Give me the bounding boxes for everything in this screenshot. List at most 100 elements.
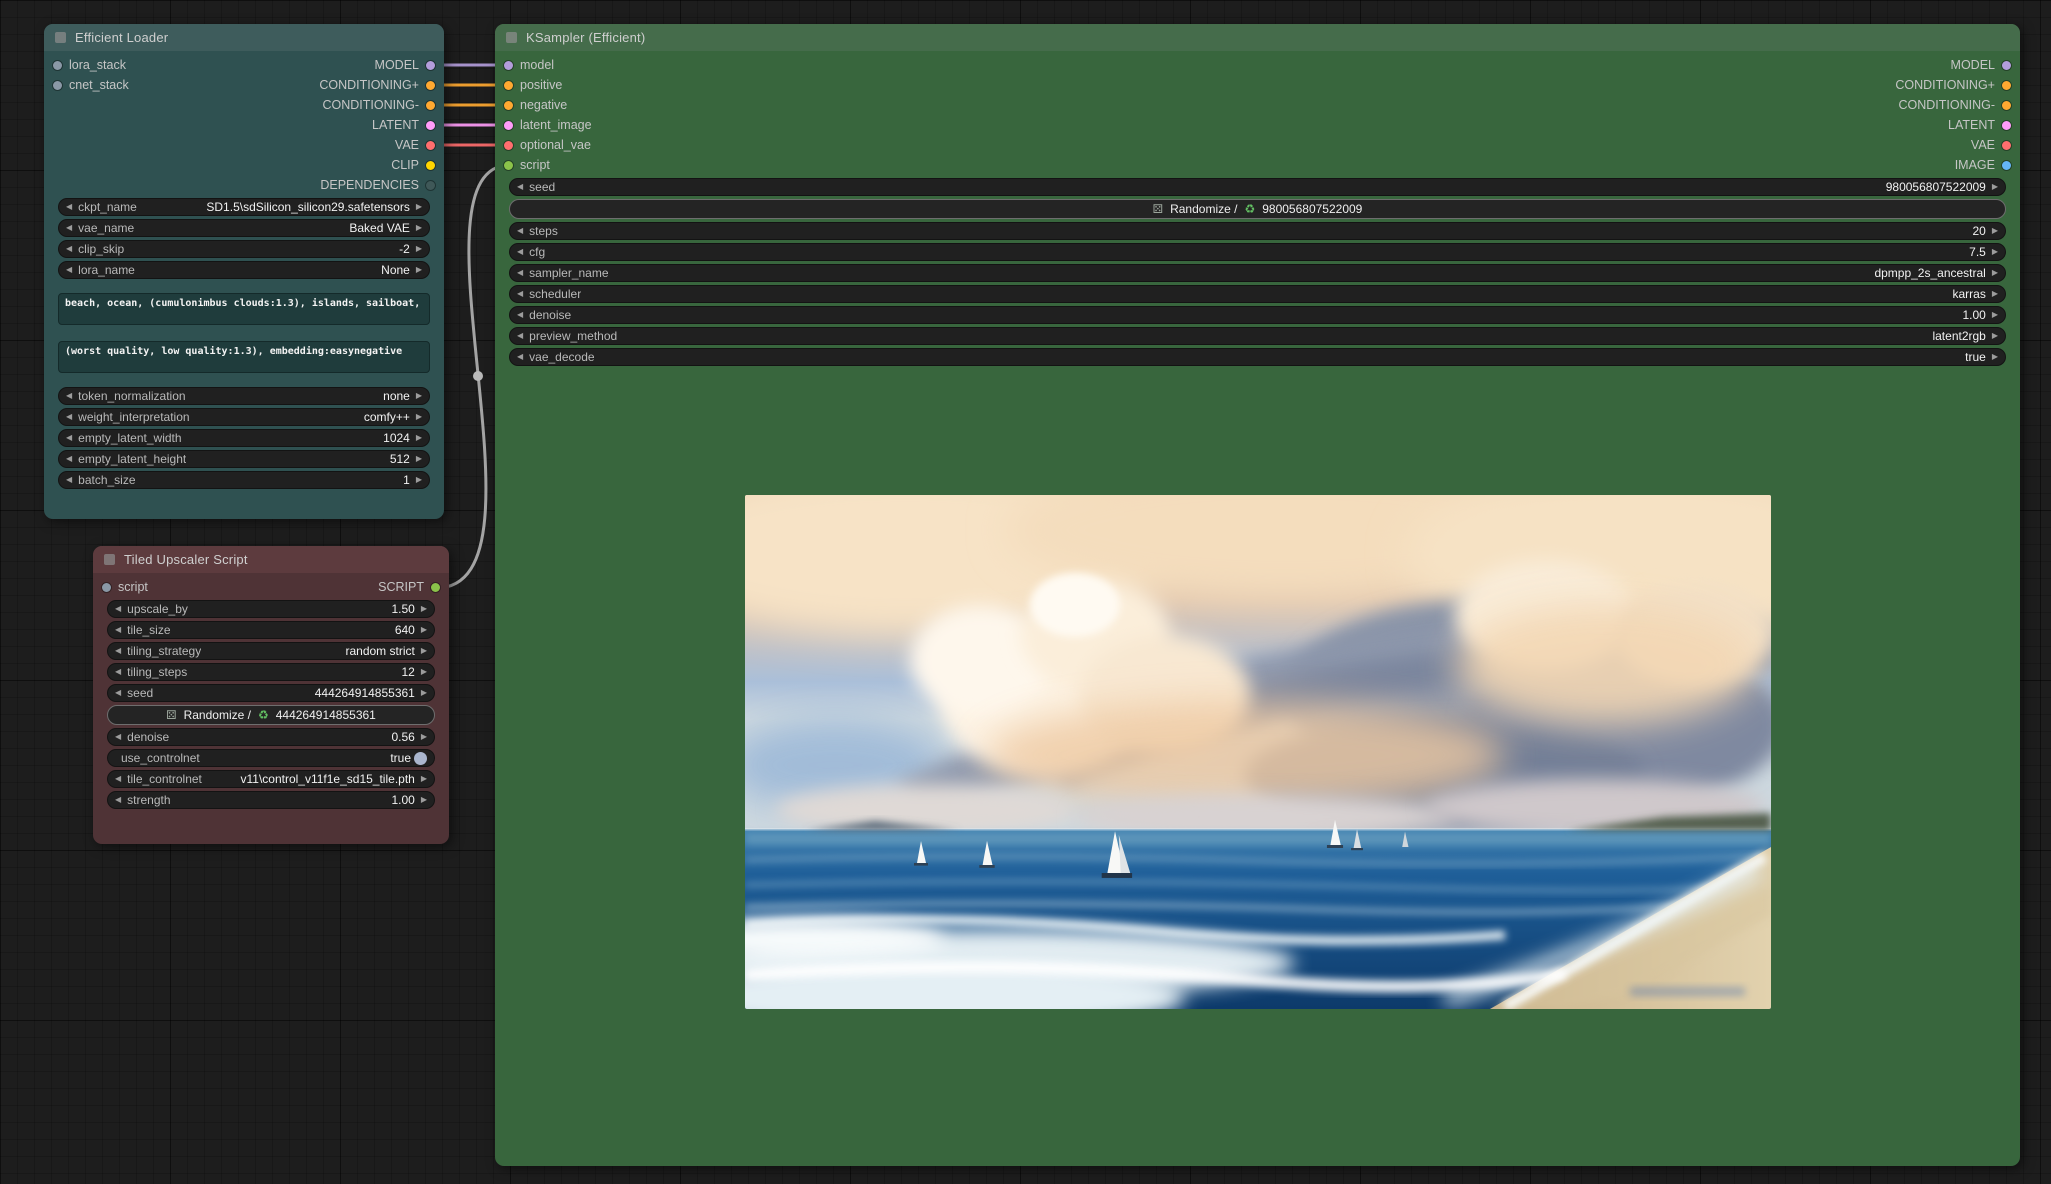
node-header[interactable]: KSampler (Efficient) (495, 24, 2020, 51)
widget-lora-name[interactable]: ◀ lora_name None ▶ (58, 261, 430, 279)
increment-arrow-icon[interactable]: ▶ (416, 476, 422, 484)
positive-prompt-textarea[interactable]: beach, ocean, (cumulonimbus clouds:1.3),… (58, 293, 430, 325)
increment-arrow-icon[interactable]: ▶ (421, 796, 427, 804)
decrement-arrow-icon[interactable]: ◀ (66, 455, 72, 463)
widget-seed[interactable]: ◀ seed 444264914855361 ▶ (107, 684, 435, 702)
widget-batch-size[interactable]: ◀ batch_size 1 ▶ (58, 471, 430, 489)
output-port-model[interactable]: MODEL (375, 58, 435, 72)
randomize-seed-button[interactable]: ⚄ Randomize / ♻ 444264914855361 (107, 705, 435, 725)
node-graph-canvas[interactable]: { "ui": { "left_arrow": "◀", "right_arro… (0, 0, 2051, 1184)
increment-arrow-icon[interactable]: ▶ (1992, 353, 1998, 361)
port-dot[interactable] (2002, 161, 2011, 170)
port-dot[interactable] (426, 141, 435, 150)
port-dot[interactable] (504, 141, 513, 150)
output-port-conditioning-minus[interactable]: CONDITIONING- (322, 98, 435, 112)
decrement-arrow-icon[interactable]: ◀ (115, 647, 121, 655)
output-port-model[interactable]: MODEL (1951, 58, 2011, 72)
input-port-script[interactable]: script (504, 158, 550, 172)
port-dot[interactable] (426, 181, 435, 190)
port-dot[interactable] (431, 583, 440, 592)
collapse-icon[interactable] (55, 32, 66, 43)
input-port-script[interactable]: script (102, 580, 148, 594)
output-port-conditioning-plus[interactable]: CONDITIONING+ (319, 78, 435, 92)
node-tiled-upscaler-script[interactable]: Tiled Upscaler Script script SCRIPT ◀ up… (93, 546, 449, 844)
decrement-arrow-icon[interactable]: ◀ (66, 434, 72, 442)
widget-strength[interactable]: ◀ strength 1.00 ▶ (107, 791, 435, 809)
wire-script-midpoint[interactable] (473, 371, 483, 381)
widget-vae-decode[interactable]: ◀ vae_decode true ▶ (509, 348, 2006, 366)
widget-cfg[interactable]: ◀ cfg 7.5 ▶ (509, 243, 2006, 261)
collapse-icon[interactable] (104, 554, 115, 565)
port-dot[interactable] (2002, 141, 2011, 150)
increment-arrow-icon[interactable]: ▶ (1992, 248, 1998, 256)
input-port-lora-stack[interactable]: lora_stack (53, 58, 126, 72)
node-header[interactable]: Efficient Loader (44, 24, 444, 51)
increment-arrow-icon[interactable]: ▶ (416, 413, 422, 421)
widget-token-normalization[interactable]: ◀ token_normalization none ▶ (58, 387, 430, 405)
widget-tile-controlnet[interactable]: ◀ tile_controlnet v11\control_v11f1e_sd1… (107, 770, 435, 788)
decrement-arrow-icon[interactable]: ◀ (66, 392, 72, 400)
output-port-conditioning-plus[interactable]: CONDITIONING+ (1895, 78, 2011, 92)
increment-arrow-icon[interactable]: ▶ (1992, 269, 1998, 277)
decrement-arrow-icon[interactable]: ◀ (115, 689, 121, 697)
increment-arrow-icon[interactable]: ▶ (1992, 227, 1998, 235)
decrement-arrow-icon[interactable]: ◀ (517, 290, 523, 298)
output-port-dependencies[interactable]: DEPENDENCIES (320, 178, 435, 192)
increment-arrow-icon[interactable]: ▶ (416, 434, 422, 442)
widget-sampler-name[interactable]: ◀ sampler_name dpmpp_2s_ancestral ▶ (509, 264, 2006, 282)
port-dot[interactable] (504, 81, 513, 90)
decrement-arrow-icon[interactable]: ◀ (517, 183, 523, 191)
increment-arrow-icon[interactable]: ▶ (1992, 183, 1998, 191)
port-dot[interactable] (426, 121, 435, 130)
port-dot[interactable] (504, 101, 513, 110)
decrement-arrow-icon[interactable]: ◀ (517, 353, 523, 361)
input-port-positive[interactable]: positive (504, 78, 562, 92)
output-port-vae[interactable]: VAE (1971, 138, 2011, 152)
node-efficient-loader[interactable]: Efficient Loader lora_stack MODEL cnet_s… (44, 24, 444, 519)
decrement-arrow-icon[interactable]: ◀ (66, 413, 72, 421)
port-dot[interactable] (53, 81, 62, 90)
negative-prompt-textarea[interactable]: (worst quality, low quality:1.3), embedd… (58, 341, 430, 373)
widget-clip-skip[interactable]: ◀ clip_skip -2 ▶ (58, 240, 430, 258)
increment-arrow-icon[interactable]: ▶ (416, 392, 422, 400)
widget-use-controlnet[interactable]: use_controlnet true (107, 749, 435, 767)
randomize-seed-button[interactable]: ⚄ Randomize / ♻ 980056807522009 (509, 199, 2006, 219)
widget-tiling-strategy[interactable]: ◀ tiling_strategy random strict ▶ (107, 642, 435, 660)
input-port-model[interactable]: model (504, 58, 554, 72)
increment-arrow-icon[interactable]: ▶ (1992, 311, 1998, 319)
widget-denoise[interactable]: ◀ denoise 1.00 ▶ (509, 306, 2006, 324)
input-port-latent-image[interactable]: latent_image (504, 118, 592, 132)
port-dot[interactable] (426, 61, 435, 70)
widget-empty-latent-width[interactable]: ◀ empty_latent_width 1024 ▶ (58, 429, 430, 447)
input-port-cnet-stack[interactable]: cnet_stack (53, 78, 129, 92)
increment-arrow-icon[interactable]: ▶ (416, 266, 422, 274)
widget-tiling-steps[interactable]: ◀ tiling_steps 12 ▶ (107, 663, 435, 681)
decrement-arrow-icon[interactable]: ◀ (66, 224, 72, 232)
port-dot[interactable] (2002, 61, 2011, 70)
decrement-arrow-icon[interactable]: ◀ (115, 796, 121, 804)
output-port-conditioning-minus[interactable]: CONDITIONING- (1898, 98, 2011, 112)
decrement-arrow-icon[interactable]: ◀ (115, 626, 121, 634)
toggle-knob[interactable] (414, 752, 427, 765)
port-dot[interactable] (2002, 121, 2011, 130)
decrement-arrow-icon[interactable]: ◀ (517, 269, 523, 277)
increment-arrow-icon[interactable]: ▶ (421, 689, 427, 697)
output-port-latent[interactable]: LATENT (372, 118, 435, 132)
output-port-script[interactable]: SCRIPT (378, 580, 440, 594)
decrement-arrow-icon[interactable]: ◀ (66, 476, 72, 484)
port-dot[interactable] (426, 161, 435, 170)
widget-weight-interpretation[interactable]: ◀ weight_interpretation comfy++ ▶ (58, 408, 430, 426)
port-dot[interactable] (102, 583, 111, 592)
widget-ckpt-name[interactable]: ◀ ckpt_name SD1.5\sdSilicon_silicon29.sa… (58, 198, 430, 216)
decrement-arrow-icon[interactable]: ◀ (115, 605, 121, 613)
decrement-arrow-icon[interactable]: ◀ (66, 266, 72, 274)
increment-arrow-icon[interactable]: ▶ (421, 626, 427, 634)
widget-scheduler[interactable]: ◀ scheduler karras ▶ (509, 285, 2006, 303)
widget-vae-name[interactable]: ◀ vae_name Baked VAE ▶ (58, 219, 430, 237)
increment-arrow-icon[interactable]: ▶ (421, 668, 427, 676)
decrement-arrow-icon[interactable]: ◀ (66, 245, 72, 253)
port-dot[interactable] (504, 161, 513, 170)
increment-arrow-icon[interactable]: ▶ (421, 647, 427, 655)
increment-arrow-icon[interactable]: ▶ (421, 733, 427, 741)
output-port-vae[interactable]: VAE (395, 138, 435, 152)
